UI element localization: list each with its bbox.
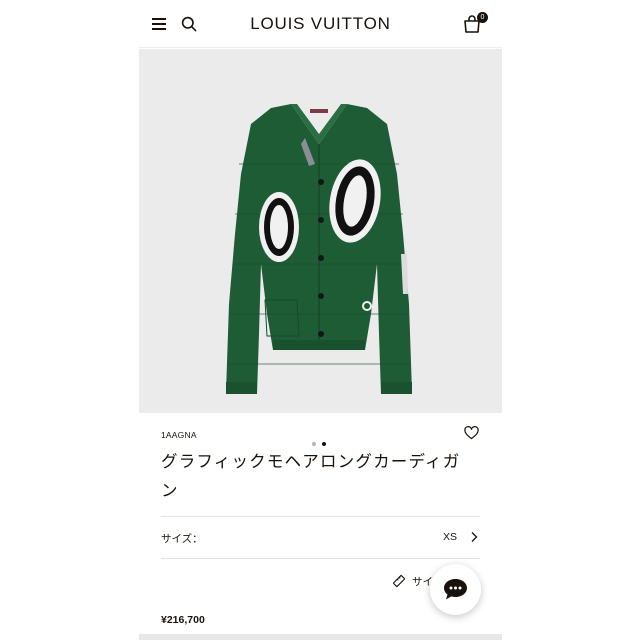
top-header: LOUIS VUITTON 0: [139, 0, 502, 48]
size-value: XS: [443, 531, 458, 543]
chat-bubble-icon: [444, 579, 467, 600]
product-image: [226, 104, 412, 394]
size-label: サイズ：: [161, 533, 203, 545]
product-price: ¥216,700: [161, 614, 205, 626]
product-image-carousel[interactable]: [139, 49, 502, 446]
product-title: グラフィックモヘアロングカーディガン: [161, 452, 461, 500]
carousel-dot[interactable]: [312, 442, 316, 446]
size-selector[interactable]: サイズ： XS: [161, 516, 480, 559]
heart-icon[interactable]: [464, 426, 479, 440]
bottom-bar: [139, 634, 502, 640]
bag-count-badge: 0: [477, 12, 488, 23]
ruler-icon: [393, 575, 405, 587]
chevron-right-icon: [471, 532, 478, 542]
chat-button[interactable]: [430, 564, 481, 615]
carousel-dot[interactable]: [322, 442, 326, 446]
product-page: LOUIS VUITTON 0 1AAGNA グラフィックモヘアロングカーディガ…: [139, 0, 502, 640]
product-sku: 1AAGNA: [161, 430, 197, 440]
brand-logo[interactable]: LOUIS VUITTON: [139, 14, 502, 34]
